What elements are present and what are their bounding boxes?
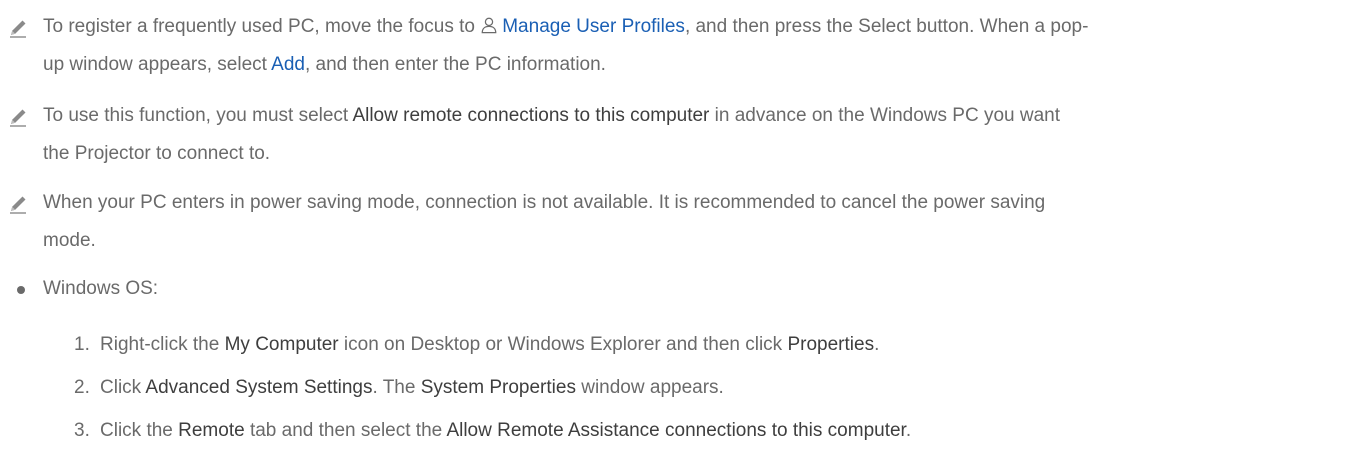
step-2: 2. Click Advanced System Settings. The S… <box>0 369 1362 407</box>
pencil-note-icon <box>9 108 27 127</box>
manual-page: To register a frequently used PC, move t… <box>0 0 1362 464</box>
note-3-line-2: mode. <box>43 230 96 251</box>
note-2-line-2: the Projector to connect to. <box>43 143 271 164</box>
step-3: 3. Click the Remote tab and then select … <box>0 412 1362 450</box>
remote-tab-label: Remote <box>178 420 245 441</box>
allow-remote-assistance-label: Allow Remote Assistance connections to t… <box>446 420 906 441</box>
add-link[interactable]: Add <box>271 54 305 75</box>
step-number: 2. <box>74 377 90 398</box>
my-computer-label: My Computer <box>224 334 339 355</box>
step-number: 3. <box>74 420 90 441</box>
pencil-note-icon <box>9 195 27 214</box>
pencil-note-icon <box>9 19 27 38</box>
note-3-line-1: When your PC enters in power saving mode… <box>43 192 1046 213</box>
advanced-system-settings-label: Advanced System Settings <box>145 377 373 398</box>
system-properties-label: System Properties <box>420 377 576 398</box>
note-1-line-2: up window appears, select Add, and then … <box>43 54 606 75</box>
manage-user-profiles-link[interactable]: Manage User Profiles <box>502 16 685 37</box>
step-1: 1. Right-click the My Computer icon on D… <box>0 326 1362 364</box>
note-2-line-1: To use this function, you must select Al… <box>43 105 1061 126</box>
note-1-line-1: To register a frequently used PC, move t… <box>43 16 1089 37</box>
windows-os-bullet: Windows OS: <box>0 270 1362 308</box>
properties-label: Properties <box>787 334 875 355</box>
step-number: 1. <box>74 334 90 355</box>
allow-remote-connections-label: Allow remote connections to this compute… <box>352 105 710 126</box>
bullet-dot-icon <box>17 286 25 294</box>
user-profile-icon <box>481 17 497 34</box>
